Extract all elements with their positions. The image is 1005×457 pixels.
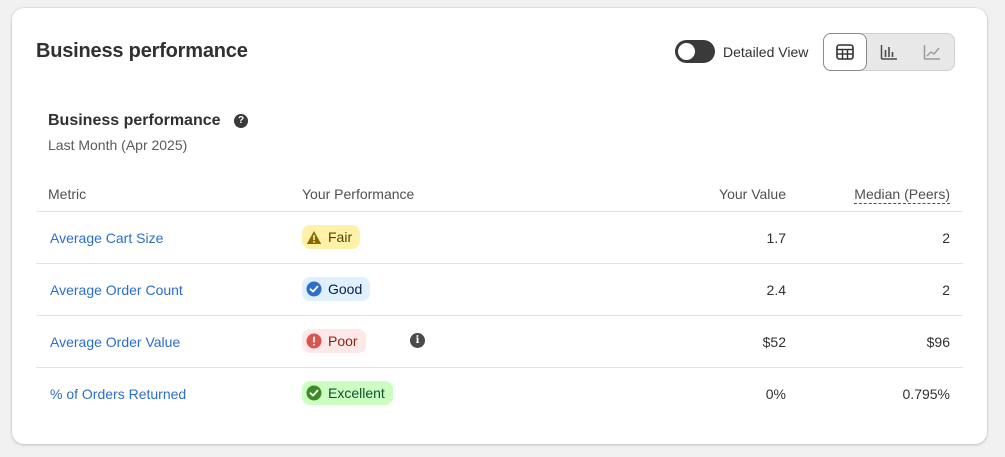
column-header-metric: Metric — [48, 186, 87, 202]
detailed-view-toggle[interactable] — [675, 40, 715, 63]
card-title: Business performance — [36, 40, 248, 62]
metric-link[interactable]: % of Orders Returned — [50, 386, 186, 402]
table-row: Average Order Value Poor i $52 $96 — [36, 316, 963, 368]
period-label: Last Month (Apr 2025) — [48, 137, 188, 153]
median-value: 2 — [942, 282, 950, 298]
info-icon[interactable]: i — [410, 333, 425, 348]
status-badge-excellent: Excellent — [302, 381, 393, 405]
status-badge-label: Good — [328, 281, 363, 297]
median-value: 0.795% — [902, 386, 950, 402]
detailed-view-label: Detailed View — [723, 44, 809, 60]
line-chart-icon — [923, 45, 941, 60]
checkmark-icon — [306, 385, 322, 401]
alert-icon — [306, 333, 322, 349]
bar-chart-view-button[interactable] — [867, 34, 911, 70]
your-value: 2.4 — [766, 282, 786, 298]
bar-chart-icon — [880, 45, 897, 60]
metric-link[interactable]: Average Order Count — [50, 282, 183, 298]
status-badge-poor: Poor — [302, 329, 366, 353]
column-header-performance: Your Performance — [302, 186, 415, 202]
performance-table: Metric Your Performance Your Value Media… — [36, 176, 963, 420]
view-mode-switcher — [823, 33, 955, 71]
status-badge-label: Poor — [328, 333, 358, 349]
table-view-icon — [836, 44, 854, 60]
line-chart-view-button[interactable] — [910, 34, 954, 70]
section-title: Business performance — [48, 112, 221, 129]
checkmark-icon — [306, 281, 322, 297]
metric-link[interactable]: Average Order Value — [50, 334, 180, 350]
table-view-button[interactable] — [823, 33, 867, 71]
toggle-knob — [678, 43, 695, 60]
column-header-median-peers[interactable]: Median (Peers) — [854, 186, 950, 204]
your-value: 1.7 — [766, 230, 786, 246]
median-value: $96 — [926, 334, 950, 350]
table-row: Average Order Count Good 2.4 2 — [36, 264, 963, 316]
your-value: 0% — [765, 386, 786, 402]
status-badge-good: Good — [302, 277, 371, 301]
status-badge-label: Excellent — [328, 385, 385, 401]
table-header: Metric Your Performance Your Value Media… — [36, 176, 963, 212]
business-performance-card: Business performance Detailed View Busin… — [12, 8, 987, 444]
table-row: % of Orders Returned Excellent 0% 0.795% — [36, 368, 963, 420]
median-value: 2 — [942, 230, 950, 246]
metric-link[interactable]: Average Cart Size — [50, 230, 163, 246]
status-badge-fair: Fair — [302, 225, 361, 249]
table-row: Average Cart Size Fair 1.7 2 — [36, 212, 963, 264]
column-header-your-value: Your Value — [719, 186, 786, 202]
warning-icon — [306, 229, 322, 245]
your-value: $52 — [762, 334, 786, 350]
status-badge-label: Fair — [328, 229, 353, 245]
help-icon[interactable]: ? — [234, 114, 248, 128]
